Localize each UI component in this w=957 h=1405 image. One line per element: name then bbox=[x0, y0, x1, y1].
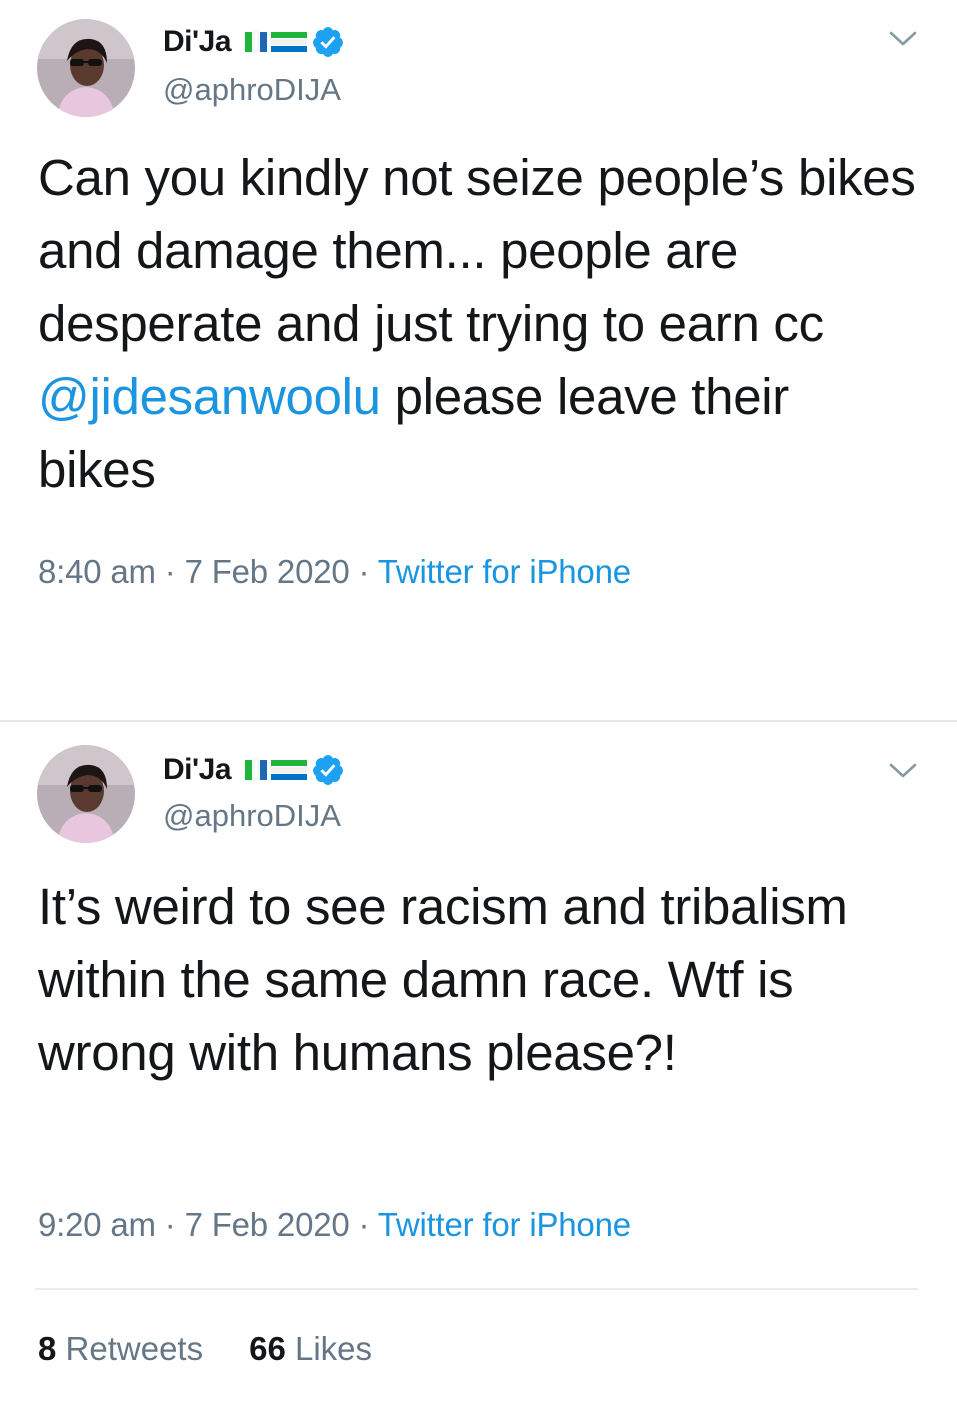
tweet-text: It’s weird to see racism and tribalism w… bbox=[38, 878, 848, 1081]
meta-separator: · bbox=[349, 1206, 378, 1243]
tweet-text: Can you kindly not seize people’s bikes … bbox=[38, 141, 918, 506]
author-handle[interactable]: @aphroDIJA bbox=[163, 72, 341, 108]
likes-label: Likes bbox=[285, 1330, 373, 1367]
display-name[interactable]: Di'Ja bbox=[163, 25, 232, 59]
likes-stat[interactable]: 66 Likes bbox=[249, 1330, 372, 1367]
avatar-image bbox=[37, 745, 135, 843]
meta-separator: · bbox=[155, 1206, 185, 1243]
tweet-source-link[interactable]: Twitter for iPhone bbox=[378, 1206, 631, 1243]
verified-badge-icon bbox=[311, 753, 345, 787]
tweet-date[interactable]: 7 Feb 2020 bbox=[185, 1206, 350, 1243]
meta-separator: · bbox=[155, 553, 185, 590]
avatar[interactable] bbox=[37, 19, 135, 117]
avatar-image bbox=[37, 19, 135, 117]
tweet-meta: 9:20 am · 7 Feb 2020 · Twitter for iPhon… bbox=[38, 1206, 631, 1244]
tweet-time[interactable]: 8:40 am bbox=[38, 553, 156, 590]
author-name-row: Di'Ja bbox=[163, 22, 345, 62]
tweet-card[interactable]: Di'Ja @aphroDIJA Can you kindly not seiz… bbox=[0, 0, 957, 720]
retweets-stat[interactable]: 8 Retweets bbox=[38, 1330, 203, 1367]
display-name[interactable]: Di'Ja bbox=[163, 753, 232, 787]
stats-divider bbox=[35, 1288, 918, 1290]
retweets-count: 8 bbox=[38, 1330, 57, 1367]
tweet-source-link[interactable]: Twitter for iPhone bbox=[378, 553, 631, 590]
author-handle[interactable]: @aphroDIJA bbox=[163, 798, 341, 834]
tweet-time[interactable]: 9:20 am bbox=[38, 1206, 156, 1243]
meta-separator: · bbox=[349, 553, 378, 590]
tweet-text-part: Can you kindly not seize people’s bikes … bbox=[38, 149, 916, 352]
author-name-row: Di'Ja bbox=[163, 750, 345, 790]
chevron-down-icon[interactable] bbox=[889, 762, 917, 780]
avatar[interactable] bbox=[37, 745, 135, 843]
likes-count: 66 bbox=[249, 1330, 286, 1367]
tweet-meta: 8:40 am · 7 Feb 2020 · Twitter for iPhon… bbox=[38, 553, 631, 591]
tweet-date[interactable]: 7 Feb 2020 bbox=[185, 553, 350, 590]
mention-link[interactable]: @jidesanwoolu bbox=[38, 368, 381, 425]
chevron-down-icon[interactable] bbox=[889, 30, 917, 48]
retweets-label: Retweets bbox=[56, 1330, 204, 1367]
sierra-leone-flag-icon bbox=[245, 29, 308, 55]
verified-badge-icon bbox=[311, 25, 345, 59]
sierra-leone-flag-icon bbox=[245, 757, 308, 783]
tweet-stats: 8 Retweets 66 Likes bbox=[38, 1330, 418, 1368]
tweet-card[interactable]: Di'Ja @aphroDIJA It’s weird to see racis… bbox=[0, 722, 957, 1405]
